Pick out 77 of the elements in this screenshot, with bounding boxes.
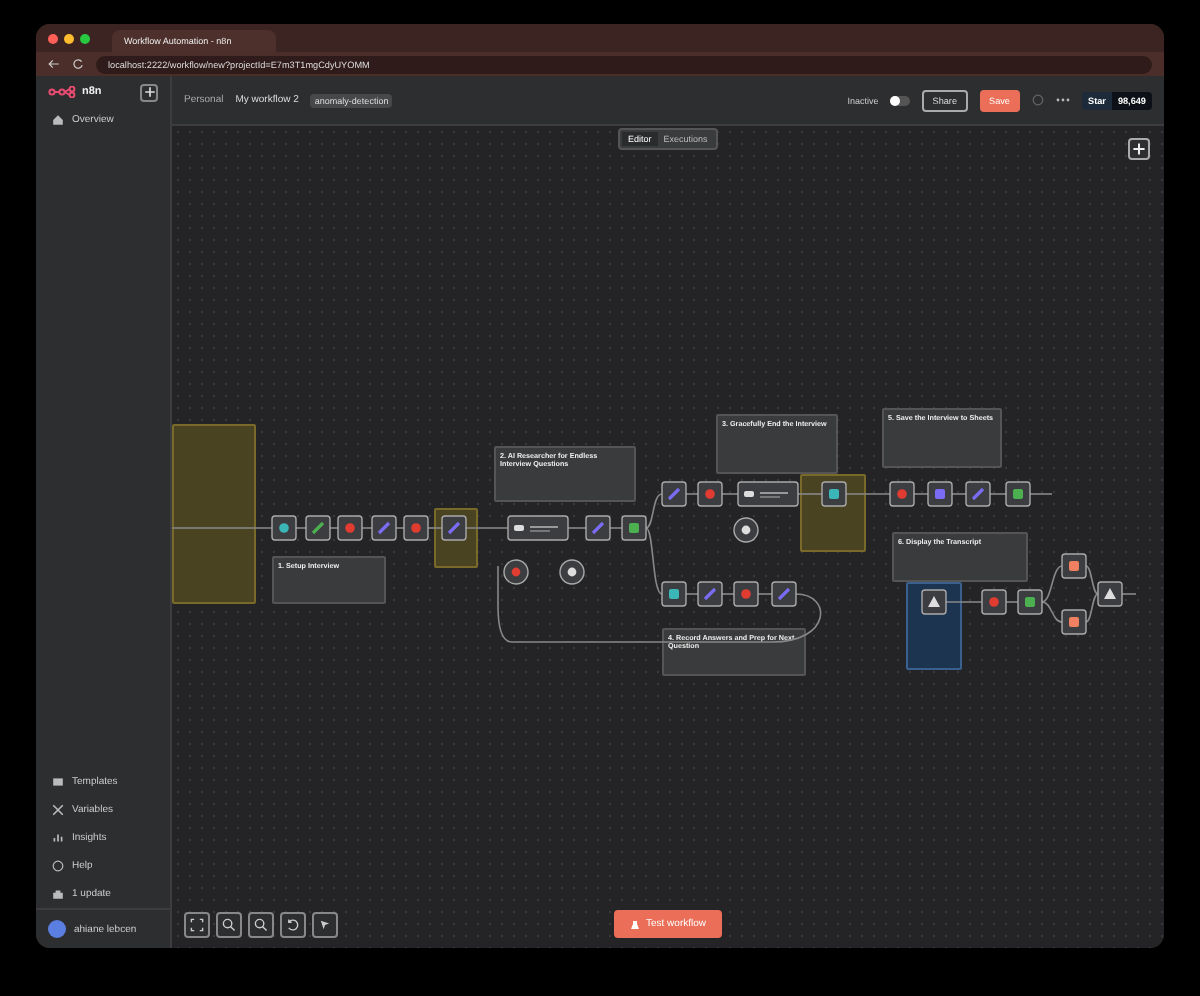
- reload-icon[interactable]: [72, 58, 84, 70]
- workflow-node[interactable]: [271, 515, 297, 541]
- workflow-node[interactable]: [821, 481, 847, 507]
- workflow-node[interactable]: [921, 589, 947, 615]
- workflow-node[interactable]: [371, 515, 397, 541]
- workflow-node[interactable]: [697, 481, 723, 507]
- workflow-node[interactable]: [737, 481, 799, 507]
- connector-line: [989, 493, 1007, 495]
- undo-icon: [286, 918, 300, 932]
- workflow-node[interactable]: [305, 515, 331, 541]
- zoom-out-button[interactable]: [248, 912, 274, 938]
- connector-line: [465, 527, 509, 529]
- connector-line: [172, 527, 273, 529]
- workflow-node[interactable]: [403, 515, 429, 541]
- workflow-node[interactable]: [1017, 589, 1043, 615]
- connector-line: [845, 493, 891, 495]
- sub-node[interactable]: [503, 559, 529, 585]
- connector-line: [1121, 593, 1137, 595]
- zoom-out-icon: [254, 918, 268, 932]
- workflow-node[interactable]: [1061, 609, 1087, 635]
- minimize-window-dot[interactable]: [64, 33, 74, 43]
- workflow-node[interactable]: [889, 481, 915, 507]
- insights-icon: [52, 832, 64, 844]
- cursor-icon: [318, 918, 332, 932]
- connector-line: [685, 493, 699, 495]
- workflow-node[interactable]: [661, 581, 687, 607]
- active-toggle[interactable]: [890, 95, 911, 105]
- connector-line: [295, 527, 307, 529]
- connector-line: [361, 527, 373, 529]
- workflow-node[interactable]: [441, 515, 467, 541]
- workflow-node[interactable]: [1061, 553, 1087, 579]
- templates-icon: [52, 776, 64, 788]
- connector-line: [395, 527, 405, 529]
- connector-line: [427, 527, 443, 529]
- close-window-dot[interactable]: [48, 33, 58, 43]
- plus-icon: [143, 86, 155, 98]
- workflow-node[interactable]: [981, 589, 1007, 615]
- workflow-node[interactable]: [337, 515, 363, 541]
- workflow-node[interactable]: [621, 515, 647, 541]
- connector-line: [721, 493, 739, 495]
- logo-icon: [48, 86, 76, 98]
- connector-line: [1005, 601, 1019, 603]
- workflow-node[interactable]: [771, 581, 797, 607]
- workflow-node[interactable]: [965, 481, 991, 507]
- connector-line: [329, 527, 339, 529]
- workflow-node[interactable]: [1097, 581, 1123, 607]
- connector-line: [609, 527, 623, 529]
- connector-line: [1029, 493, 1053, 495]
- workflow-node[interactable]: [1005, 481, 1031, 507]
- plus-icon: [1132, 142, 1146, 156]
- home-icon: [52, 114, 64, 126]
- connector-line: [797, 493, 823, 495]
- workflow-node[interactable]: [507, 515, 569, 541]
- avatar[interactable]: [48, 920, 66, 938]
- connector-line: [913, 493, 929, 495]
- workflow-node[interactable]: [585, 515, 611, 541]
- sub-node[interactable]: [559, 559, 585, 585]
- connector-line: [951, 493, 967, 495]
- add-button[interactable]: [140, 83, 158, 101]
- zoom-in-icon: [222, 918, 236, 932]
- sub-node[interactable]: [733, 517, 759, 543]
- workflow-node[interactable]: [927, 481, 953, 507]
- history-icon[interactable]: [1032, 94, 1044, 106]
- reset-zoom-button[interactable]: [280, 912, 306, 938]
- back-arrow-icon[interactable]: [48, 58, 60, 70]
- add-node-button[interactable]: [1128, 138, 1150, 160]
- workflow-node[interactable]: [697, 581, 723, 607]
- zoom-in-button[interactable]: [216, 912, 242, 938]
- fit-view-button[interactable]: [184, 912, 210, 938]
- maximize-window-dot[interactable]: [80, 33, 90, 43]
- connector-line: [567, 527, 587, 529]
- tidy-up-button[interactable]: [312, 912, 338, 938]
- workflow-node[interactable]: [661, 481, 687, 507]
- connector-line: [945, 601, 983, 603]
- fit-view-icon: [190, 918, 204, 932]
- flask-icon: [630, 919, 640, 929]
- workflow-node[interactable]: [733, 581, 759, 607]
